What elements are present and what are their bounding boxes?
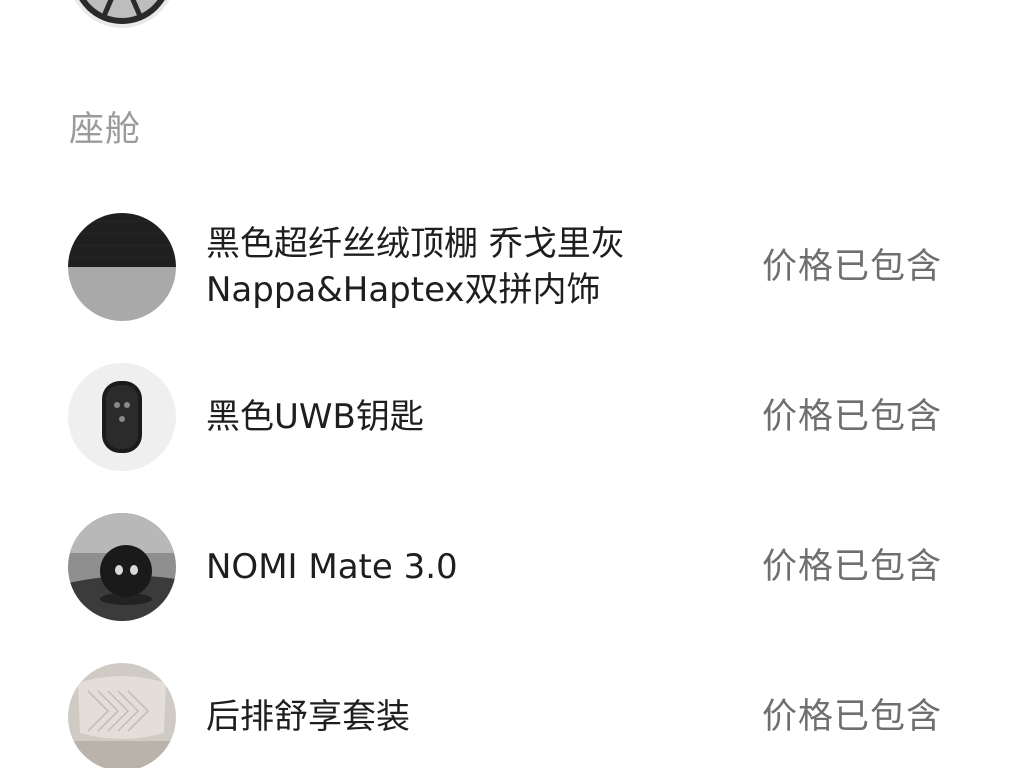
item-price: 价格已包含	[761, 247, 942, 287]
item-name: 黑色UWB钥匙	[206, 397, 424, 437]
uwb-key-icon	[68, 363, 176, 471]
list-item[interactable]: NOMI Mate 3.0 价格已包含	[0, 492, 1024, 642]
item-price: 价格已包含	[761, 547, 942, 587]
item-price: 价格已包含	[761, 397, 942, 437]
wheel-thumbnail	[68, 0, 176, 28]
item-name: 后排舒享套装	[206, 697, 410, 737]
section-title-cabin: 座舱	[69, 110, 142, 150]
list-item[interactable]: 黑色超纤丝绒顶棚 乔戈里灰 Nappa&Haptex双拼内饰 价格已包含	[0, 192, 1024, 342]
wheel-icon	[68, 0, 176, 28]
nomi-mate-icon	[68, 513, 176, 621]
item-name: 黑色超纤丝绒顶棚 乔戈里灰 Nappa&Haptex双拼内饰	[206, 224, 625, 310]
list-item[interactable]: 黑色UWB钥匙 价格已包含	[0, 342, 1024, 492]
headliner-swatch-icon	[68, 213, 176, 321]
cabin-options-list: 黑色超纤丝绒顶棚 乔戈里灰 Nappa&Haptex双拼内饰 价格已包含 黑色U…	[0, 192, 1024, 768]
rear-seat-icon	[68, 663, 176, 768]
list-item[interactable]: 后排舒享套装 价格已包含	[0, 642, 1024, 768]
item-name: NOMI Mate 3.0	[206, 547, 458, 587]
item-price: 价格已包含	[761, 697, 942, 737]
